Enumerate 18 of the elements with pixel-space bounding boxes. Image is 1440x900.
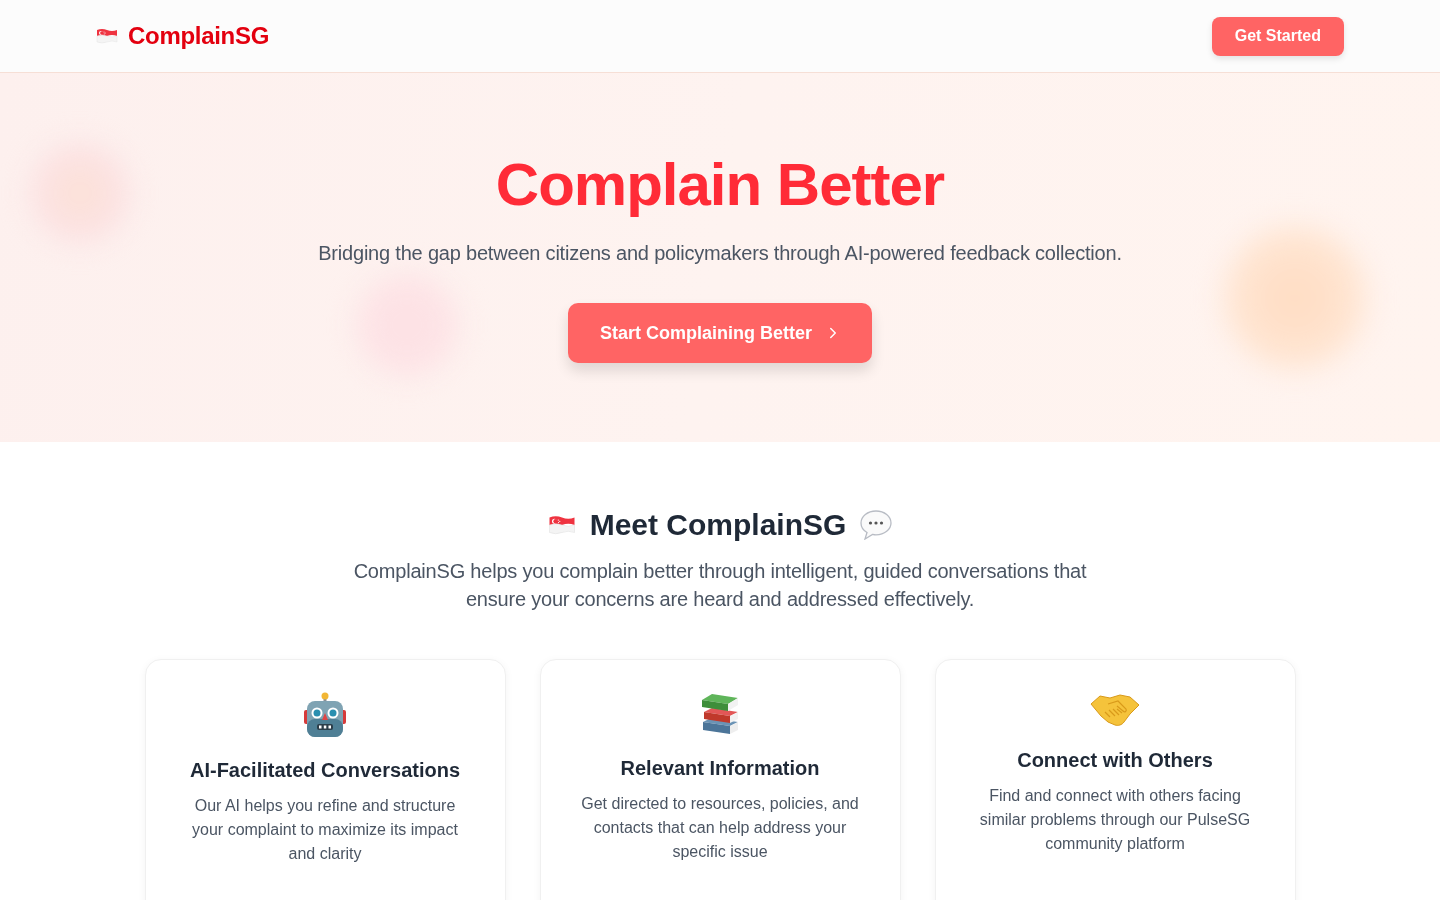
feature-title: Relevant Information <box>620 756 820 781</box>
feature-description: Get directed to resources, policies, and contacts that can help address your specific issue <box>580 794 860 862</box>
get-started-button[interactable]: Get Started <box>1211 16 1344 56</box>
flag-icon <box>96 28 118 44</box>
hero-subtitle: Bridging the gap between citizens and policymakers through AI-powered feedback collection. <box>318 241 1122 266</box>
logo-text[interactable]: ComplainSG <box>128 22 269 50</box>
start-complaining-button[interactable]: Start Complaining Better <box>568 303 872 363</box>
robot-icon <box>303 692 347 738</box>
hero-title: Complain Better <box>495 150 945 220</box>
intro-paragraph: ComplainSG helps you complain better through intelligent, guided conversations that ensure your concerns are heard and addressed effectively. <box>352 559 1088 612</box>
speech-bubble-icon <box>860 510 893 540</box>
feature-title: AI-Facilitated Conversations <box>189 758 461 783</box>
handshake-icon <box>1090 692 1140 728</box>
feature-title: Connect with Others <box>1017 748 1213 773</box>
feature-description: Find and connect with others facing similar problems through our PulseSG community platform <box>978 786 1252 854</box>
flag-icon <box>547 515 576 535</box>
feature-description: Our AI helps you refine and structure your complaint to maximize its impact and clarity <box>191 796 459 864</box>
section-heading: Meet ComplainSG <box>589 507 847 543</box>
